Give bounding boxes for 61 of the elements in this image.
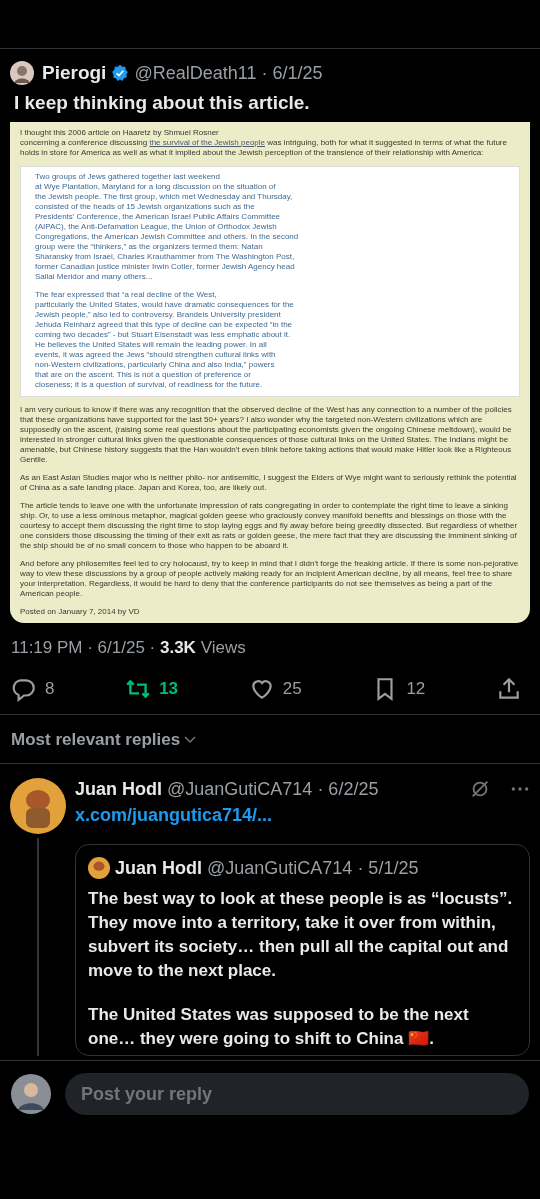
reply-input[interactable]: Post your reply bbox=[65, 1073, 529, 1115]
post-date: · 6/1/25 bbox=[261, 62, 323, 84]
quote-line: Congregations, the American Jewish Committee and others. In the second bbox=[35, 232, 300, 242]
speech-bubble-icon bbox=[11, 676, 37, 702]
views-label: Views bbox=[199, 638, 246, 657]
article-text: As an East Asian Studies major who is neither philo- nor antisemitic, I suggest the Elders of Wye might want to seriously rethink the potential of China as a safe landing place. Japan and Korea, too, are likely out. bbox=[20, 473, 518, 493]
article-text: I am very curious to know if there was any recognition that the observed decline of the West has any connection to a number of the policies that these organizations have supported for the last 50+ years? I also wonder why the targeted non-Western civilizations which are supposedly on the ascent, (raising some real questions about the participating economists given the ongoing Chinese meltdown), would be interested in stronger cultural links given the questionable consequences of those cultural links on the United States. The Indians might be amenable, but Chinese history suggests that the Han wouldn't even blink before taking actions that would make Hitler look like a Righteous Gentile. bbox=[20, 405, 513, 465]
repost-button[interactable]: 13 bbox=[125, 676, 179, 702]
share-icon bbox=[496, 676, 522, 702]
author-name[interactable]: Juan Hodl bbox=[75, 778, 162, 800]
post-text: I keep thinking about this article. bbox=[14, 92, 311, 114]
avatar-icon[interactable] bbox=[11, 1074, 51, 1114]
avatar-icon[interactable] bbox=[10, 778, 66, 834]
author-handle: @JuanGutiCA714 bbox=[207, 857, 353, 879]
author-handle[interactable]: @JuanGutiCA714 bbox=[167, 778, 313, 800]
quote-line: the Jewish people. The first group, which met Wednesday and Thursday, bbox=[35, 192, 294, 202]
quote-line: former Canadian justice minister Irwin Cotler, former Jewish Agency head bbox=[35, 262, 296, 272]
bookmark-button[interactable]: 12 bbox=[372, 676, 426, 702]
quote-line: coming two decades” - but Stuart Eisenstadt was less emphatic about it. bbox=[35, 330, 292, 340]
author-name[interactable]: Pierogi bbox=[42, 62, 107, 84]
article-text: The article tends to leave one with the unfortunate impression of rats congregating in order to contemplate the right time to leave a sinking ship. Or, to use a less ominous metaphor, magical golden geese who graciously convey manifold benefits and blessings on those with the courtesy to accept them discussing the right time to stop laying eggs and fly away before being greedily dissected. But regardless of whether one considers those discussing the timing of their exit as rats or golden geese, the mere fact that they are discussing the imminent sinking of the ship should be of no small concern to those who happen to be aboard it. bbox=[20, 501, 519, 551]
sort-dropdown[interactable]: Most relevant replies bbox=[11, 730, 197, 750]
post-time: 11:19 PM · 6/1/25 · bbox=[11, 638, 157, 657]
quote-line: group were the “thinkers,” as the organizers termed them: Natan bbox=[35, 242, 264, 252]
quote-line: events, it was agreed the Jews “should strengthen cultural links with bbox=[35, 350, 277, 360]
share-button[interactable] bbox=[496, 676, 522, 702]
quote-line: He believes the United States will remain the leading power. In all bbox=[35, 340, 268, 350]
quote-line: The fear expressed that “a real decline of the West, bbox=[35, 290, 218, 300]
quoted-post-card[interactable] bbox=[75, 844, 530, 1056]
article-link[interactable]: the survival of the Jewish people bbox=[149, 138, 266, 147]
avatar-icon bbox=[88, 857, 110, 879]
chevron-down-icon bbox=[184, 736, 197, 744]
quote-line: Sallai Meridor and many others... bbox=[35, 272, 154, 282]
post-date: · 6/2/25 bbox=[317, 778, 379, 800]
quote-line: Jewish people,” also led to controversy. Brandeis University president bbox=[35, 310, 282, 320]
author-handle[interactable]: @RealDeath11 bbox=[134, 62, 257, 84]
post-date: · 5/1/25 bbox=[357, 857, 419, 879]
more-icon[interactable] bbox=[510, 785, 530, 793]
avatar-icon[interactable] bbox=[10, 61, 34, 85]
quote-line: consisted of the heads of 15 Jewish organizations such as the bbox=[35, 202, 256, 212]
reply-button[interactable]: 8 bbox=[11, 676, 55, 702]
quote-line: Jehuda Reinharz agreed that this type of decline can be expected “in the bbox=[35, 320, 294, 330]
posted-line: Posted on January 7, 2014 by VD bbox=[20, 607, 141, 617]
quote-line: Sharansky from Israel, Charles Krauthammer from The Washington Post, bbox=[35, 252, 296, 262]
like-button[interactable]: 25 bbox=[248, 676, 302, 702]
post-text: The best way to look at these people is as “locusts”. They move into a territory, take it over from within, subvert its society… then pull all the capital out and move to the next place. bbox=[88, 888, 514, 982]
quote-line: that are on the ascent. This is not a question of preference or bbox=[35, 370, 252, 380]
post-text: The United States was supposed to be the next one… they were going to shift to China 🇨🇳. bbox=[88, 1004, 470, 1050]
views-count: 3.3K bbox=[160, 638, 196, 657]
author-name: Juan Hodl bbox=[115, 857, 202, 879]
quote-line: at Wye Plantation, Maryland for a long discussion on the situation of bbox=[35, 182, 277, 192]
quote-line: (AIPAC), the Anti-Defamation League, the Union of Orthodox Jewish bbox=[35, 222, 278, 232]
quote-line: Two groups of Jews gathered together last weekend bbox=[35, 172, 221, 182]
article-text: And before any philosemites feel led to cry holocaust, try to keep in mind that I didn't forge the freaking article. If there is some non-pejorative way to view these discussions by a group of people actively making ready for an incipient American decline, by all means, feel free to share your interpretation. Regardless, it would be hard to deny that the conference participants do not see themselves as being a part of the American people. bbox=[20, 559, 520, 599]
quote-line: non-Western civilizations, particularly China and also India,” powers bbox=[35, 360, 276, 370]
quote-line: Presidents' Conference, the American Israel Public Affairs Committee bbox=[35, 212, 282, 222]
article-text: concerning a conference discussing the survival of the Jewish people was intriguing, both for what it suggested in terms of what the future holds in store for America as well as what it implied about the Jewish perception of the transience of their relationship with America: bbox=[20, 138, 508, 158]
post-link[interactable]: x.com/juangutica714/... bbox=[75, 805, 273, 826]
quote-line: particularly the United States, would have dramatic consequences for the bbox=[35, 300, 295, 310]
quote-line: closeness; it is a question of survival, of readiness for the future. bbox=[35, 380, 264, 390]
article-text: I thought this 2006 article on Haaretz by Shmuel Rosner bbox=[20, 128, 220, 138]
